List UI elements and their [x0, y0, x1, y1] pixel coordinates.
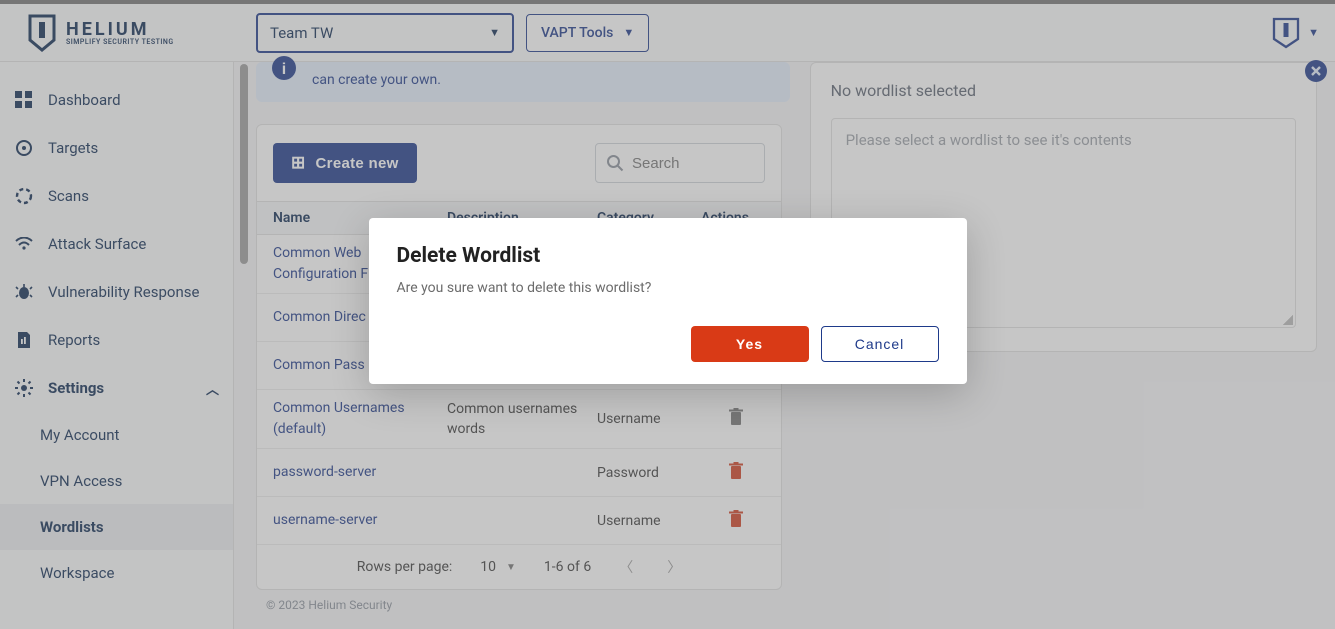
modal-title: Delete Wordlist [397, 244, 939, 268]
confirm-yes-button[interactable]: Yes [691, 326, 809, 362]
cancel-button[interactable]: Cancel [821, 326, 939, 362]
delete-wordlist-modal: Delete Wordlist Are you sure want to del… [369, 218, 967, 384]
modal-message: Are you sure want to delete this wordlis… [397, 280, 939, 296]
modal-overlay[interactable]: Delete Wordlist Are you sure want to del… [0, 0, 1335, 629]
